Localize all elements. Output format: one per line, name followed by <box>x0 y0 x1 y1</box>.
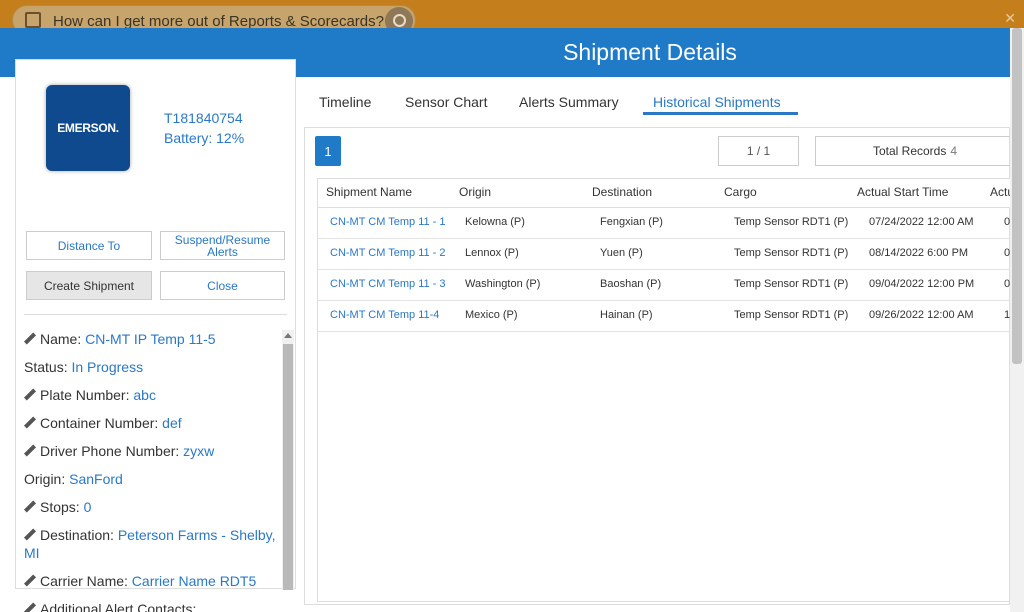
table-cell: Mexico (P) <box>465 309 518 321</box>
pencil-icon[interactable] <box>24 445 36 457</box>
pencil-icon[interactable] <box>24 389 36 401</box>
table-cell: Kelowna (P) <box>465 216 525 228</box>
detail-item: Plate Number: abc <box>24 386 280 404</box>
detail-label: Stops: <box>40 499 80 515</box>
page-scrollbar[interactable] <box>1010 28 1024 612</box>
detail-value[interactable]: 0 <box>84 499 92 515</box>
table-cell: Temp Sensor RDT1 (P) <box>734 278 849 290</box>
table-cell: Temp Sensor RDT1 (P) <box>734 309 849 321</box>
close-button[interactable]: Close <box>160 271 285 300</box>
table-header: Shipment Name Origin Destination Cargo Actua… <box>318 179 1011 208</box>
detail-label: Status: <box>24 359 68 375</box>
table-cell: Hainan (P) <box>600 309 653 321</box>
table-row[interactable]: CN-MT CM Temp 11 - 3 Washington (P) Baosha… <box>318 270 1011 301</box>
table-cell: Yuen (P) <box>600 247 643 259</box>
detail-item: Carrier Name: Carrier Name RDT5 <box>24 572 280 590</box>
column-header[interactable]: Shipment Name <box>326 185 412 199</box>
page-scrollbar-thumb[interactable] <box>1012 28 1022 364</box>
shipments-table: Shipment Name Origin Destination Cargo Actua… <box>317 178 1011 602</box>
pencil-icon[interactable] <box>24 333 36 345</box>
detail-item: Destination: Peterson Farms - Shelby, MI <box>24 526 280 562</box>
detail-item: Status: In Progress <box>24 358 280 376</box>
detail-label: Carrier Name: <box>40 573 128 589</box>
detail-item: Driver Phone Number: zyxw <box>24 442 280 460</box>
table-cell: Fengxian (P) <box>600 216 663 228</box>
shipment-name-link[interactable]: CN-MT CM Temp 11 - 1 <box>330 216 446 228</box>
shipment-name-link[interactable]: CN-MT CM Temp 11-4 <box>330 309 439 321</box>
detail-value[interactable]: zyxw <box>183 443 214 459</box>
tab-historical-shipments[interactable]: Historical Shipments <box>653 94 781 110</box>
page-indicator: 1 / 1 <box>718 136 799 166</box>
table-body: CN-MT CM Temp 11 - 1 Kelowna (P) Fengxian … <box>318 208 1011 332</box>
detail-label: Driver Phone Number: <box>40 443 180 459</box>
column-header[interactable]: Origin <box>459 185 491 199</box>
column-header[interactable]: Destination <box>592 185 652 199</box>
column-header[interactable]: Actu <box>990 185 1011 199</box>
close-icon: ✕ <box>1004 10 1016 26</box>
detail-item: Origin: SanFord <box>24 470 280 488</box>
table-cell: Baoshan (P) <box>600 278 662 290</box>
device-info-panel: EMERSON. T181840754 Battery: 12% Distanc… <box>15 59 296 612</box>
table-cell: 08/14/2022 6:00 PM <box>869 247 969 259</box>
tab-timeline[interactable]: Timeline <box>319 94 371 110</box>
detail-value[interactable]: SanFord <box>69 471 123 487</box>
table-cell: 09/26/2022 12:00 AM <box>869 309 974 321</box>
total-records: Total Records 4 <box>815 136 1015 166</box>
distance-to-button[interactable]: Distance To <box>26 231 152 260</box>
details-scrollbar[interactable] <box>282 330 294 590</box>
table-cell: 07/24/2022 12:00 AM <box>869 216 974 228</box>
column-header[interactable]: Actual Start Time <box>857 185 948 199</box>
detail-value[interactable]: Carrier Name RDT5 <box>132 573 256 589</box>
detail-value[interactable]: In Progress <box>71 359 143 375</box>
detail-label: Plate Number: <box>40 387 130 403</box>
detail-item: Container Number: def <box>24 414 280 432</box>
table-cell: Washington (P) <box>465 278 541 290</box>
total-records-label: Total Records <box>872 144 947 158</box>
column-header[interactable]: Cargo <box>724 185 757 199</box>
active-tab-indicator <box>643 112 798 115</box>
table-cell: Temp Sensor RDT1 (P) <box>734 216 849 228</box>
emerson-logo: EMERSON. <box>46 85 130 171</box>
edit-icon <box>25 12 41 28</box>
battery-level: Battery: 12% <box>164 130 245 146</box>
pencil-icon[interactable] <box>24 575 36 587</box>
detail-label: Name: <box>40 331 82 347</box>
detail-value[interactable]: abc <box>133 387 156 403</box>
pencil-icon[interactable] <box>24 417 36 429</box>
table-row[interactable]: CN-MT CM Temp 11 - 1 Kelowna (P) Fengxian … <box>318 208 1011 239</box>
divider <box>24 314 287 315</box>
total-records-count: 4 <box>950 144 958 158</box>
page-1-button[interactable]: 1 <box>315 136 341 166</box>
shipment-name-link[interactable]: CN-MT CM Temp 11 - 3 <box>330 278 446 290</box>
detail-item: Stops: 0 <box>24 498 280 516</box>
suspend-resume-alerts-button[interactable]: Suspend/Resume Alerts <box>160 231 285 260</box>
table-row[interactable]: CN-MT CM Temp 11 - 2 Lennox (P) Yuen (P) Te… <box>318 239 1011 270</box>
table-cell: 09/04/2022 12:00 PM <box>869 278 975 290</box>
detail-item: Name: CN-MT IP Temp 11-5 <box>24 330 280 348</box>
detail-label: Destination: <box>40 527 114 543</box>
detail-label: Additional Alert Contacts: <box>40 601 197 612</box>
shipment-details-list: Name: CN-MT IP Temp 11-5 Status: In Progr… <box>24 330 280 612</box>
tab-alerts-summary[interactable]: Alerts Summary <box>519 94 619 110</box>
table-row[interactable]: CN-MT CM Temp 11-4 Mexico (P) Hainan (P) Te… <box>318 301 1011 332</box>
pencil-icon[interactable] <box>24 603 36 612</box>
scrollbar-thumb[interactable] <box>283 344 293 590</box>
detail-value[interactable]: def <box>162 415 181 431</box>
table-cell: Lennox (P) <box>465 247 519 259</box>
shipment-name-link[interactable]: CN-MT CM Temp 11 - 2 <box>330 247 446 259</box>
historical-shipments-panel: 1 1 / 1 Total Records 4 Shipment Name Ori… <box>304 127 1015 605</box>
table-cell: Temp Sensor RDT1 (P) <box>734 247 849 259</box>
tab-sensor-chart[interactable]: Sensor Chart <box>405 94 487 110</box>
detail-value[interactable]: CN-MT IP Temp 11-5 <box>85 331 215 347</box>
scroll-up-arrow-icon[interactable] <box>284 333 292 338</box>
detail-label: Container Number: <box>40 415 159 431</box>
create-shipment-button[interactable]: Create Shipment <box>26 271 152 300</box>
detail-label: Origin: <box>24 471 66 487</box>
device-id[interactable]: T181840754 <box>164 110 243 126</box>
detail-item: Additional Alert Contacts: <box>24 600 280 612</box>
pencil-icon[interactable] <box>24 529 36 541</box>
pencil-icon[interactable] <box>24 501 36 513</box>
